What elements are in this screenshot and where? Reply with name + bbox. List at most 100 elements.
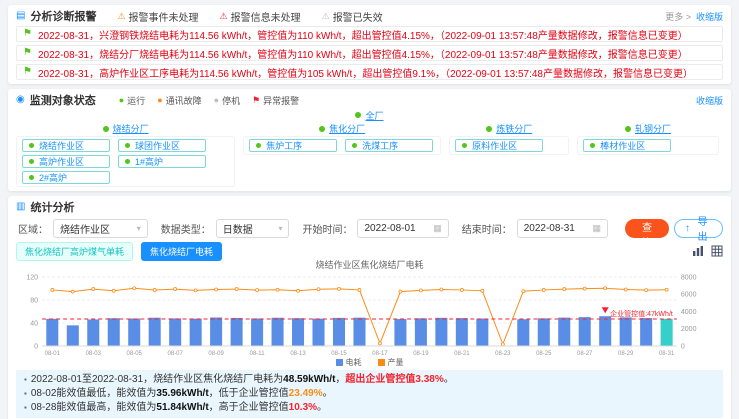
group-children: 烧结作业区 球团作业区 高炉作业区 1#高炉 <box>16 136 235 187</box>
query-button[interactable]: 查 询 <box>625 219 669 238</box>
status-dot <box>29 143 34 148</box>
datatype-label: 数据类型： <box>161 221 211 236</box>
node-blast-furnace-1[interactable]: 1#高炉 <box>118 155 206 168</box>
tab-alarm-events-pending[interactable]: ⚠ 报警事件未处理 <box>117 9 198 24</box>
group-children: 原料作业区 <box>449 136 569 155</box>
alarm-message: 2022-08-31，兴澄钢铁烧结电耗为114.56 kWh/t，管控值为110… <box>38 27 688 42</box>
metric-tab-electricity-consumption[interactable]: 焦化烧结厂电耗 <box>141 242 222 261</box>
alarm-panel-title: 分析诊断报警 <box>30 8 96 24</box>
metric-tab-gas-consumption[interactable]: 焦化烧结厂高炉煤气单耗 <box>16 242 133 261</box>
status-dot <box>319 126 325 132</box>
svg-text:8000: 8000 <box>681 275 697 282</box>
node-sintering-area[interactable]: 烧结作业区 <box>22 139 110 152</box>
tab-label: 报警已失效 <box>333 9 383 24</box>
summary-highlight: 10.3% <box>289 402 317 413</box>
group-label: 炼铁分厂 <box>496 122 532 135</box>
group-label: 焦化分厂 <box>329 122 365 135</box>
node-bar-mill-area[interactable]: 棒材作业区 <box>583 139 671 152</box>
svg-text:企业管控值:47kWh/t: 企业管控值:47kWh/t <box>610 309 673 318</box>
svg-text:80: 80 <box>30 298 38 305</box>
summary-text: 。 <box>323 388 333 399</box>
status-dot <box>625 126 631 132</box>
flag-icon: ⚑ <box>23 29 32 39</box>
legend-label: 运行 <box>127 94 145 107</box>
svg-text:08-25: 08-25 <box>536 351 552 357</box>
svg-text:08-21: 08-21 <box>454 351 470 357</box>
status-legend: ● 运行 ● 通讯故障 ● 停机 ⚑ 异常报警 <box>119 94 299 107</box>
svg-text:40: 40 <box>30 321 38 328</box>
end-time-label: 结束时间： <box>462 221 512 236</box>
alarm-message: 2022-08-31，烧结分厂烧结电耗为114.56 kWh/t，管控值为110… <box>38 46 688 61</box>
node-label: 原料作业区 <box>472 139 517 152</box>
start-date-input[interactable]: 2022-08-01 ▦ <box>357 219 448 238</box>
node-label: 高炉作业区 <box>39 155 84 168</box>
node-coke-oven-process[interactable]: 焦炉工序 <box>249 139 337 152</box>
group-label-coking[interactable]: 焦化分厂 <box>243 123 441 134</box>
svg-text:08-09: 08-09 <box>208 351 224 357</box>
status-dot <box>462 143 467 148</box>
alarm-flag-icon: ⚑ <box>252 96 260 105</box>
legend-label: 产量 <box>388 357 404 368</box>
legend-swatch <box>336 359 343 366</box>
status-dot <box>103 126 109 132</box>
node-pellet-area[interactable]: 球团作业区 <box>118 139 206 152</box>
node-label: 1#高炉 <box>135 155 163 168</box>
collapse-link[interactable]: 收缩版 <box>696 94 723 107</box>
running-dot-icon: ● <box>119 96 124 105</box>
tab-alarm-info-pending[interactable]: ⚠ 报警信息未处理 <box>220 9 301 24</box>
export-button[interactable]: ↑ 导 出 <box>674 219 723 238</box>
chevron-down-icon: ▾ <box>137 224 141 233</box>
comm-fault-dot-icon: ● <box>157 96 162 105</box>
status-dot <box>256 143 261 148</box>
group-label: 烧结分厂 <box>113 122 149 135</box>
start-date-value: 2022-08-01 <box>364 223 415 234</box>
node-label: 2#高炉 <box>39 171 67 184</box>
calendar-icon: ▦ <box>592 223 601 234</box>
stats-panel-title: 统计分析 <box>30 199 74 215</box>
alarm-row[interactable]: ⚑ 2022-08-31，烧结分厂烧结电耗为114.56 kWh/t，管控值为1… <box>16 45 723 61</box>
summary-text: 。 <box>444 374 454 385</box>
summary-text: 2022-08-01至2022-08-31，烧结作业区焦化烧结厂电耗为 <box>31 374 283 385</box>
status-dot <box>125 143 130 148</box>
node-label: 洗煤工序 <box>362 139 398 152</box>
datatype-select[interactable]: 日数据 ▾ <box>216 219 290 238</box>
group-label-ironmaking[interactable]: 炼铁分厂 <box>449 123 569 134</box>
alarm-row[interactable]: ⚑ 2022-08-31，高炉作业区工序电耗为114.56 kWh/t，管控值为… <box>16 64 723 80</box>
alarm-row[interactable]: ⚑ 2022-08-31，兴澄钢铁烧结电耗为114.56 kWh/t，管控值为1… <box>16 26 723 42</box>
svg-text:4000: 4000 <box>681 309 697 316</box>
node-raw-material-area[interactable]: 原料作业区 <box>455 139 543 152</box>
status-dot <box>352 143 357 148</box>
node-coal-washing-process[interactable]: 洗煤工序 <box>345 139 433 152</box>
group-label-sintering[interactable]: 烧结分厂 <box>16 123 235 134</box>
node-label: 棒材作业区 <box>600 139 645 152</box>
legend-production: 产量 <box>378 357 404 368</box>
node-blast-furnace-2[interactable]: 2#高炉 <box>22 171 110 184</box>
svg-text:08-05: 08-05 <box>127 351 143 357</box>
metric-tabs: 焦化烧结厂高炉煤气单耗 焦化烧结厂电耗 <box>16 243 723 259</box>
node-blast-furnace-area[interactable]: 高炉作业区 <box>22 155 110 168</box>
table-view-icon[interactable] <box>711 245 723 257</box>
flag-icon: ⚑ <box>23 67 32 77</box>
svg-text:08-11: 08-11 <box>250 351 266 357</box>
bar-chart-view-icon[interactable] <box>692 245 704 257</box>
svg-text:08-13: 08-13 <box>290 351 306 357</box>
collapse-link[interactable]: 收缩版 <box>696 10 723 23</box>
end-date-input[interactable]: 2022-08-31 ▦ <box>517 219 608 238</box>
calendar-icon: ▦ <box>433 223 442 234</box>
monitor-panel-header: ◉ 监测对象状态 ● 运行 ● 通讯故障 ● 停机 ⚑ 异常报警 <box>16 93 723 107</box>
svg-text:08-31: 08-31 <box>659 351 675 357</box>
node-label: 全厂 <box>365 109 383 122</box>
group-label-rolling[interactable]: 轧钢分厂 <box>577 123 718 134</box>
group-label: 轧钢分厂 <box>635 122 671 135</box>
group-rolling-branch: 轧钢分厂 棒材作业区 <box>577 123 718 187</box>
region-select[interactable]: 烧结作业区 ▾ <box>53 219 148 238</box>
node-whole-plant[interactable]: 全厂 <box>16 109 723 121</box>
node-label: 烧结作业区 <box>39 139 84 152</box>
summary-text: 。 <box>317 402 327 413</box>
legend-swatch <box>378 359 385 366</box>
summary-highlight: 23.49% <box>289 388 323 399</box>
plant-hierarchy: 烧结分厂 烧结作业区 球团作业区 高炉作业区 <box>16 123 723 187</box>
more-link[interactable]: 更多 > <box>665 10 691 23</box>
alarm-panel: ▤ 分析诊断报警 ⚠ 报警事件未处理 ⚠ 报警信息未处理 ⚠ 报警已失效 更多 … <box>8 5 731 84</box>
tab-alarm-expired[interactable]: ⚠ 报警已失效 <box>322 9 383 24</box>
